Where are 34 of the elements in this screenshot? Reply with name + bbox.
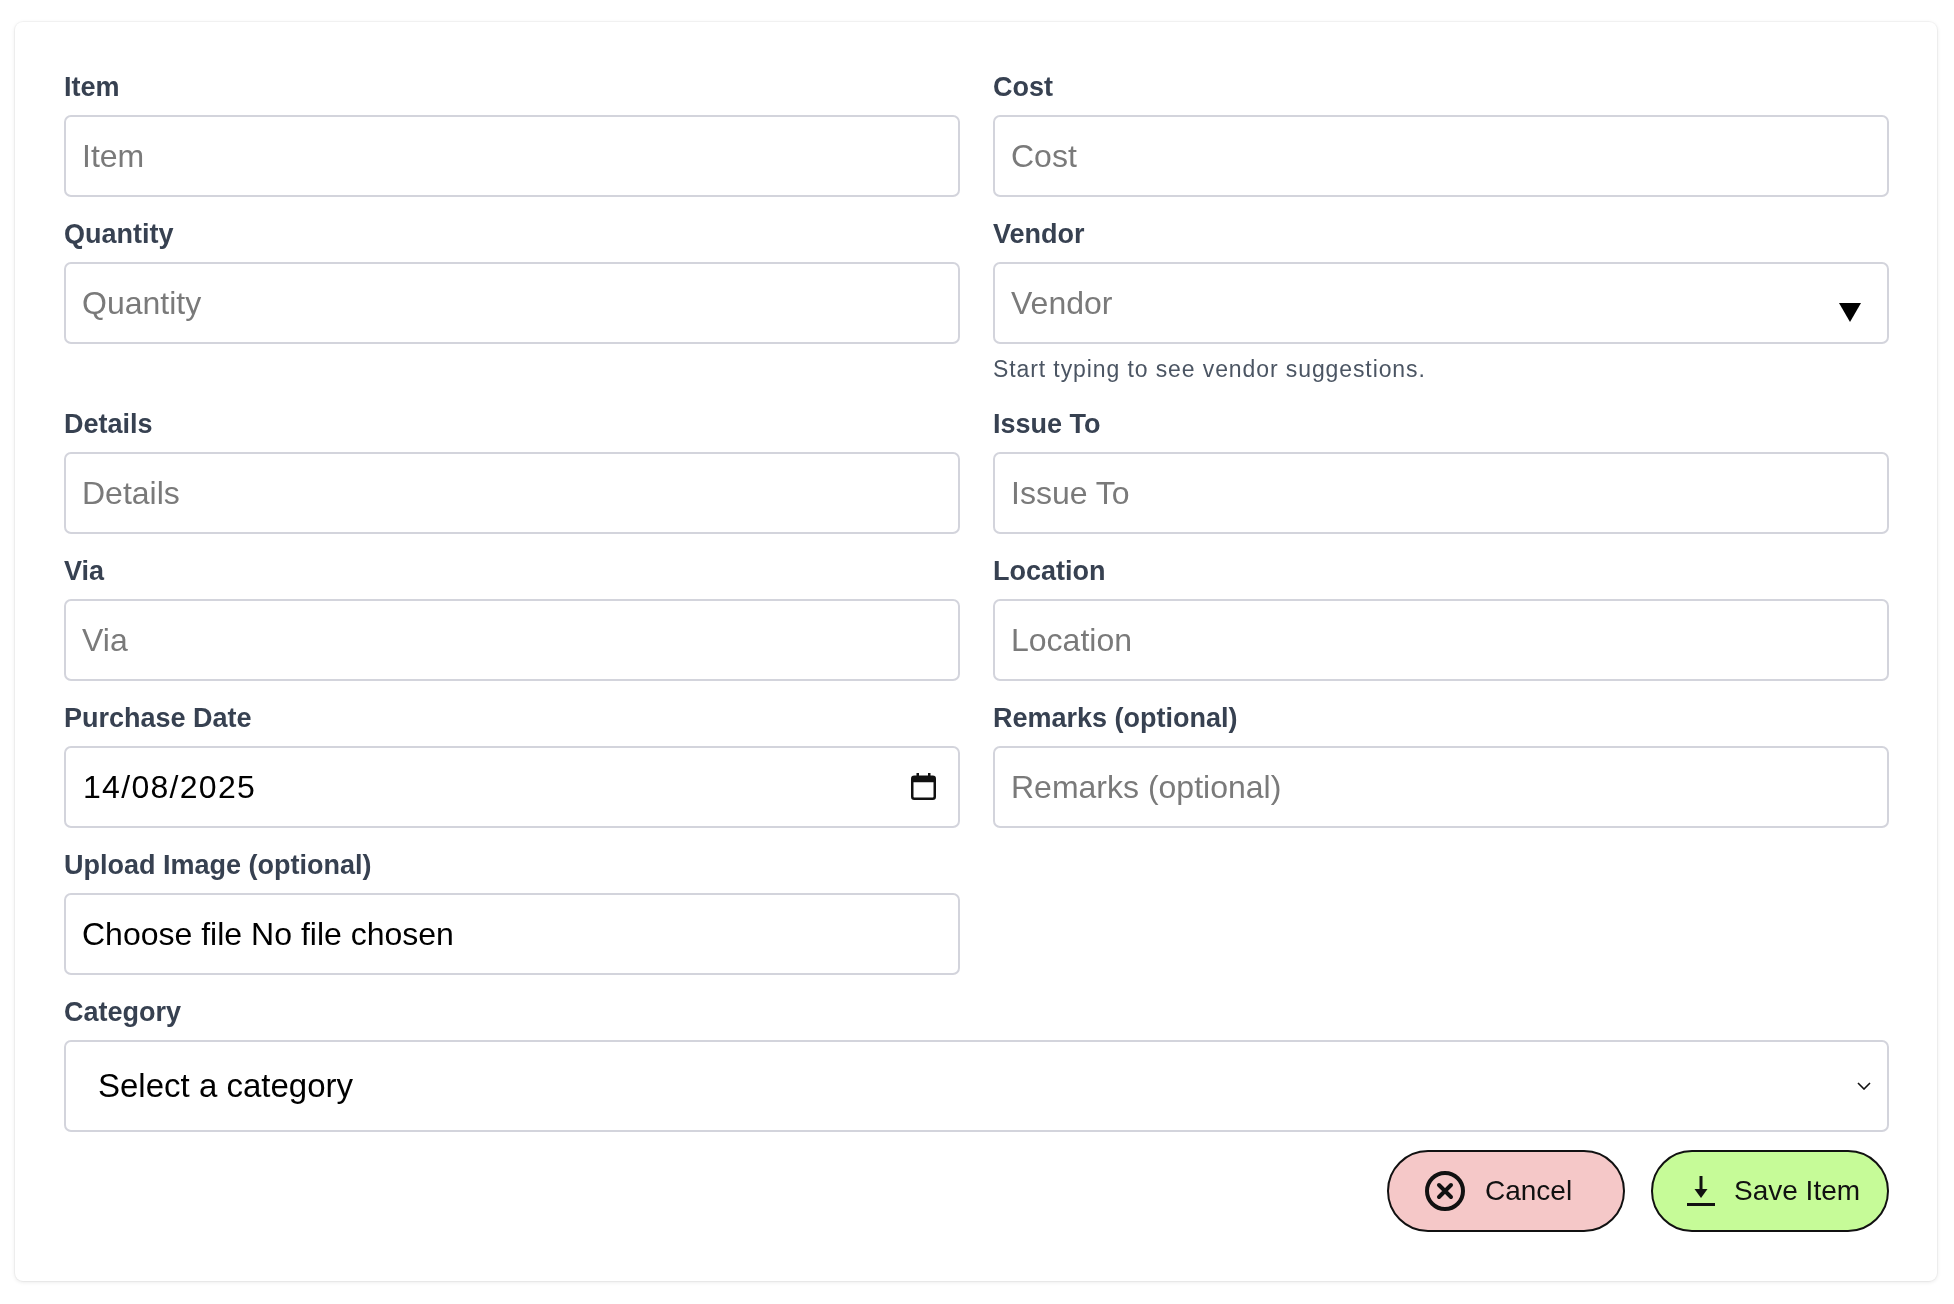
choose-file-button[interactable]: Choose file [82, 915, 243, 953]
save-button[interactable]: Save Item [1651, 1150, 1889, 1232]
field-label: Location [993, 555, 1106, 587]
date-field[interactable]: 14/08/2025 [64, 746, 960, 828]
circled-x-icon [1425, 1171, 1465, 1211]
input-field[interactable]: Via [64, 599, 960, 681]
arrow-down-to-line-icon [1687, 1176, 1715, 1206]
cancel-button[interactable]: Cancel [1387, 1150, 1625, 1232]
input-field[interactable]: Details [64, 452, 960, 534]
field-label: Item [64, 71, 120, 103]
input-field[interactable]: Remarks (optional) [993, 746, 1889, 828]
hint-text: Start typing to see vendor suggestions. [993, 355, 1426, 383]
triangle-down-icon[interactable] [1839, 303, 1861, 322]
chevron-down-icon [1857, 1082, 1871, 1090]
field-label: Remarks (optional) [993, 702, 1238, 734]
field-label: Category [64, 996, 182, 1028]
input-field[interactable]: Location [993, 599, 1889, 681]
field-label: Via [64, 555, 105, 587]
field-label: Cost [993, 71, 1053, 103]
field-label: Purchase Date [64, 702, 252, 734]
select-field[interactable]: Select a category [64, 1040, 1889, 1132]
input-field[interactable]: Issue To [993, 452, 1889, 534]
field-label: Details [64, 408, 153, 440]
file-status-text: No file chosen [251, 915, 454, 953]
field-label: Upload Image (optional) [64, 849, 372, 881]
field-label: Vendor [993, 218, 1085, 250]
file-field[interactable]: Choose file No file chosen [64, 893, 960, 975]
field-label: Issue To [993, 408, 1101, 440]
input-field[interactable]: Cost [993, 115, 1889, 197]
combo-field[interactable]: Vendor [993, 262, 1889, 344]
input-field[interactable]: Item [64, 115, 960, 197]
input-field[interactable]: Quantity [64, 262, 960, 344]
field-label: Quantity [64, 218, 174, 250]
calendar-icon[interactable] [911, 773, 936, 800]
